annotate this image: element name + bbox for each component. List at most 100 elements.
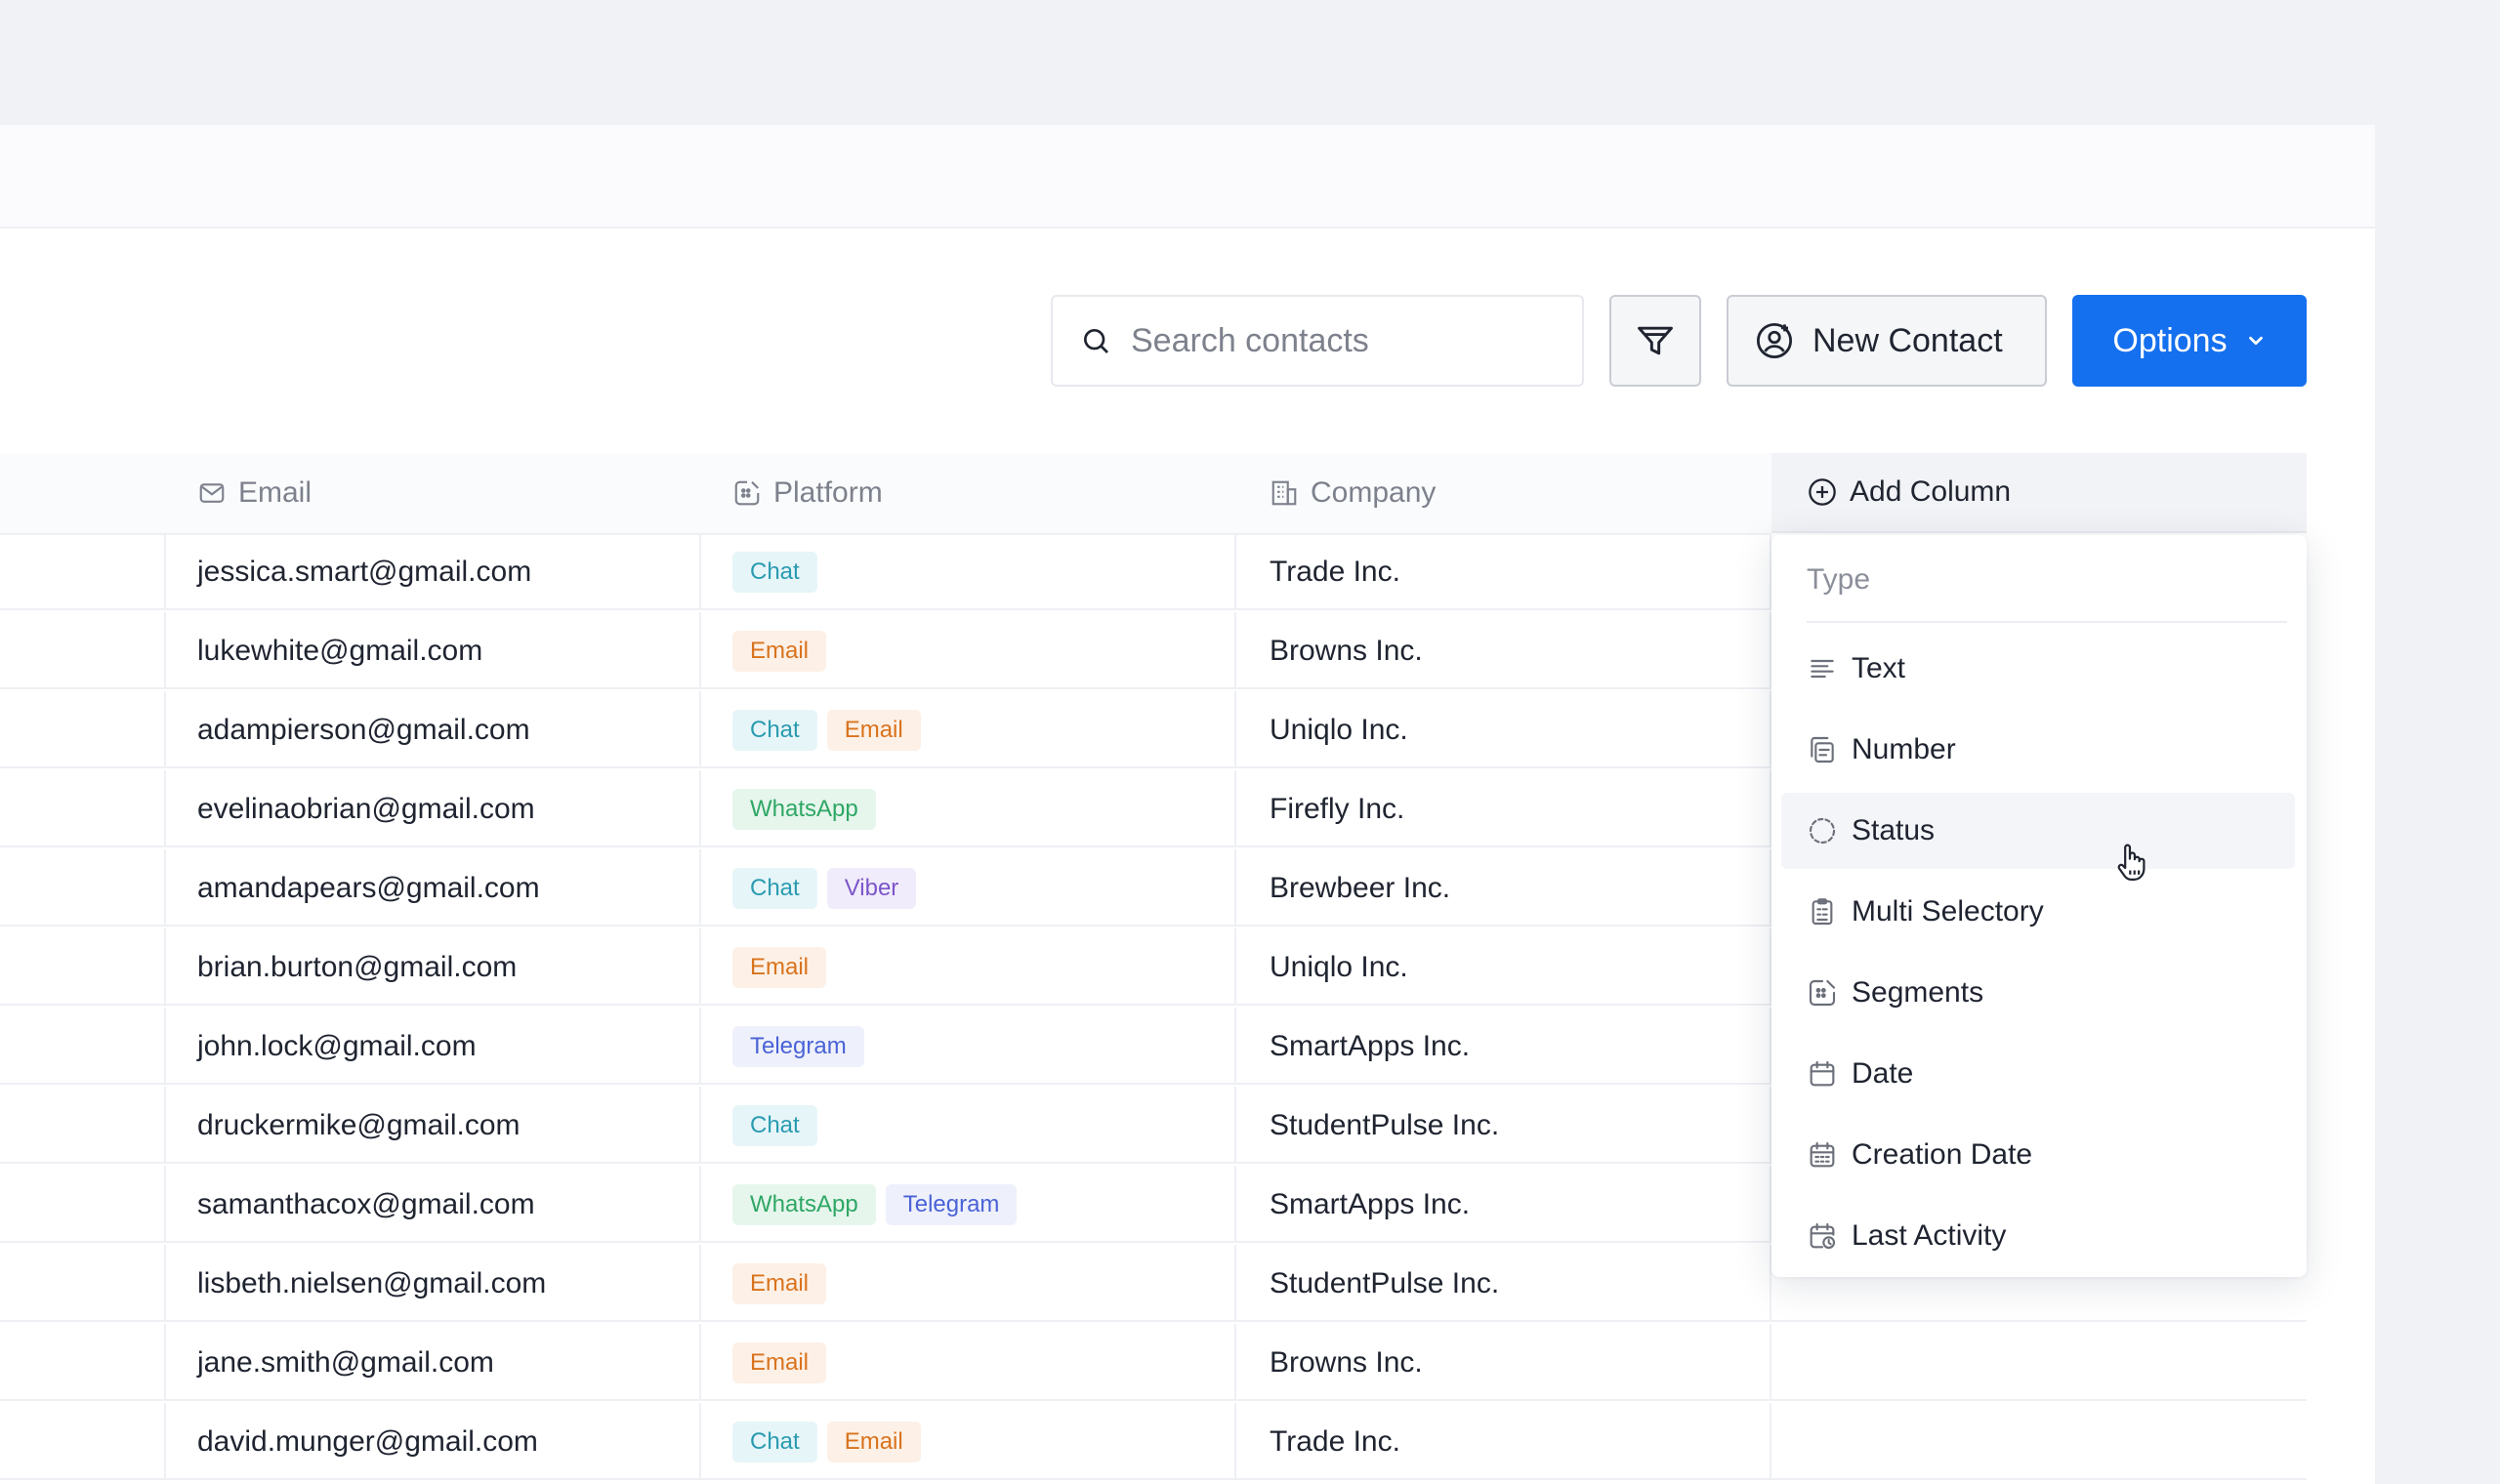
- company-cell[interactable]: SmartApps Inc.: [1270, 1008, 1470, 1085]
- email-cell[interactable]: samanthacox@gmail.com: [197, 1166, 535, 1243]
- status-circle-icon: [1807, 815, 1838, 846]
- column-header-platform[interactable]: Platform: [732, 453, 883, 533]
- column-type-option-creation-date[interactable]: Creation Date: [1781, 1117, 2295, 1193]
- column-type-label: Date: [1852, 1057, 1914, 1090]
- column-divider: [699, 1008, 701, 1085]
- email-cell[interactable]: lukewhite@gmail.com: [197, 612, 482, 689]
- column-type-label: Number: [1852, 733, 1956, 765]
- column-divider: [699, 1245, 701, 1322]
- column-type-option-segments[interactable]: Segments: [1781, 955, 2295, 1031]
- column-type-option-date[interactable]: Date: [1781, 1036, 2295, 1112]
- divider: [1807, 621, 2287, 623]
- email-cell[interactable]: lisbeth.nielsen@gmail.com: [197, 1245, 546, 1322]
- column-header-email-label: Email: [238, 476, 312, 509]
- platform-cell[interactable]: Email: [732, 928, 827, 1006]
- platform-tag: WhatsApp: [732, 1183, 876, 1225]
- search-box[interactable]: [1051, 295, 1584, 387]
- company-cell[interactable]: Uniqlo Inc.: [1270, 928, 1408, 1006]
- column-type-label: Status: [1852, 814, 1936, 846]
- company-cell[interactable]: Trade Inc.: [1270, 533, 1400, 610]
- platform-cell[interactable]: WhatsApp Telegram: [732, 1166, 1018, 1243]
- column-type-label: Text: [1852, 652, 1906, 684]
- column-divider: [699, 1087, 701, 1164]
- email-cell[interactable]: brian.burton@gmail.com: [197, 928, 517, 1006]
- email-cell[interactable]: jessica.smart@gmail.com: [197, 533, 531, 610]
- column-divider: [1234, 1403, 1236, 1480]
- building-icon: [1270, 478, 1299, 508]
- platform-cell[interactable]: Email: [732, 612, 827, 689]
- column-divider: [699, 1166, 701, 1243]
- platform-tag: Email: [732, 1341, 827, 1383]
- column-type-option-last-activity[interactable]: Last Activity: [1781, 1198, 2295, 1274]
- column-header-company[interactable]: Company: [1270, 453, 1436, 533]
- column-divider: [164, 1087, 166, 1164]
- filter-button[interactable]: [1609, 295, 1701, 387]
- column-divider: [164, 1324, 166, 1401]
- column-header-email[interactable]: Email: [197, 453, 312, 533]
- add-user-icon: [1754, 320, 1795, 361]
- new-contact-button[interactable]: New Contact: [1727, 295, 2047, 387]
- platform-cell[interactable]: WhatsApp: [732, 770, 876, 847]
- options-button[interactable]: Options: [2072, 295, 2307, 387]
- platform-cell[interactable]: Telegram: [732, 1008, 864, 1085]
- column-type-option-status[interactable]: Status: [1781, 793, 2295, 869]
- column-divider: [1234, 691, 1236, 768]
- column-divider: [164, 691, 166, 768]
- email-cell[interactable]: adampierson@gmail.com: [197, 691, 530, 768]
- column-divider: [1770, 1324, 1771, 1401]
- company-cell[interactable]: Trade Inc.: [1270, 1403, 1400, 1480]
- column-type-option-text[interactable]: Text: [1781, 631, 2295, 707]
- funnel-icon: [1634, 319, 1677, 362]
- platform-tag: Telegram: [885, 1183, 1018, 1225]
- column-divider: [164, 770, 166, 847]
- column-divider: [699, 770, 701, 847]
- table-header: Email Platform Company: [0, 453, 1771, 535]
- column-divider: [1234, 1166, 1236, 1243]
- column-divider: [1234, 849, 1236, 927]
- email-cell[interactable]: david.munger@gmail.com: [197, 1403, 538, 1480]
- column-type-label: Multi Selectory: [1852, 895, 2044, 928]
- platform-tag: Chat: [732, 1421, 817, 1463]
- column-divider: [164, 533, 166, 610]
- column-divider: [164, 612, 166, 689]
- platform-cell[interactable]: Email: [732, 1245, 827, 1322]
- company-cell[interactable]: StudentPulse Inc.: [1270, 1245, 1499, 1322]
- company-cell[interactable]: Browns Inc.: [1270, 1324, 1423, 1401]
- email-cell[interactable]: jane.smith@gmail.com: [197, 1324, 494, 1401]
- column-divider: [699, 849, 701, 927]
- platform-cell[interactable]: Chat: [732, 1087, 817, 1164]
- company-cell[interactable]: Browns Inc.: [1270, 612, 1423, 689]
- platform-tag: Chat: [732, 867, 817, 909]
- email-cell[interactable]: druckermike@gmail.com: [197, 1087, 521, 1164]
- column-type-option-number[interactable]: Number: [1781, 712, 2295, 788]
- column-divider: [1234, 1087, 1236, 1164]
- column-divider: [164, 849, 166, 927]
- platform-cell[interactable]: Chat Email: [732, 1403, 921, 1480]
- email-cell[interactable]: evelinaobrian@gmail.com: [197, 770, 535, 847]
- platform-tag: WhatsApp: [732, 788, 876, 830]
- company-cell[interactable]: StudentPulse Inc.: [1270, 1087, 1499, 1164]
- platform-cell[interactable]: Chat Viber: [732, 849, 917, 927]
- add-column-label: Add Column: [1850, 475, 2012, 508]
- hand-cursor-icon: [2115, 842, 2148, 883]
- company-cell[interactable]: Firefly Inc.: [1270, 770, 1404, 847]
- column-divider: [1234, 1324, 1236, 1401]
- table-row[interactable]: david.munger@gmail.com Chat Email Trade Inc…: [0, 1403, 2307, 1480]
- add-column-button[interactable]: Add Column: [1771, 453, 2307, 533]
- column-divider: [1234, 533, 1236, 610]
- table-row[interactable]: jane.smith@gmail.com Email Browns Inc.: [0, 1324, 2307, 1401]
- company-cell[interactable]: Brewbeer Inc.: [1270, 849, 1450, 927]
- company-cell[interactable]: SmartApps Inc.: [1270, 1166, 1470, 1243]
- platform-cell[interactable]: Chat: [732, 533, 817, 610]
- column-header-platform-label: Platform: [773, 476, 883, 509]
- platform-cell[interactable]: Email: [732, 1324, 827, 1401]
- column-divider: [164, 1008, 166, 1085]
- segments-icon: [732, 478, 762, 508]
- column-divider: [1234, 770, 1236, 847]
- platform-cell[interactable]: Chat Email: [732, 691, 921, 768]
- column-type-option-multi-selectory[interactable]: Multi Selectory: [1781, 874, 2295, 950]
- email-cell[interactable]: amandapears@gmail.com: [197, 849, 540, 927]
- company-cell[interactable]: Uniqlo Inc.: [1270, 691, 1408, 768]
- email-cell[interactable]: john.lock@gmail.com: [197, 1008, 477, 1085]
- search-input[interactable]: [1129, 320, 1543, 361]
